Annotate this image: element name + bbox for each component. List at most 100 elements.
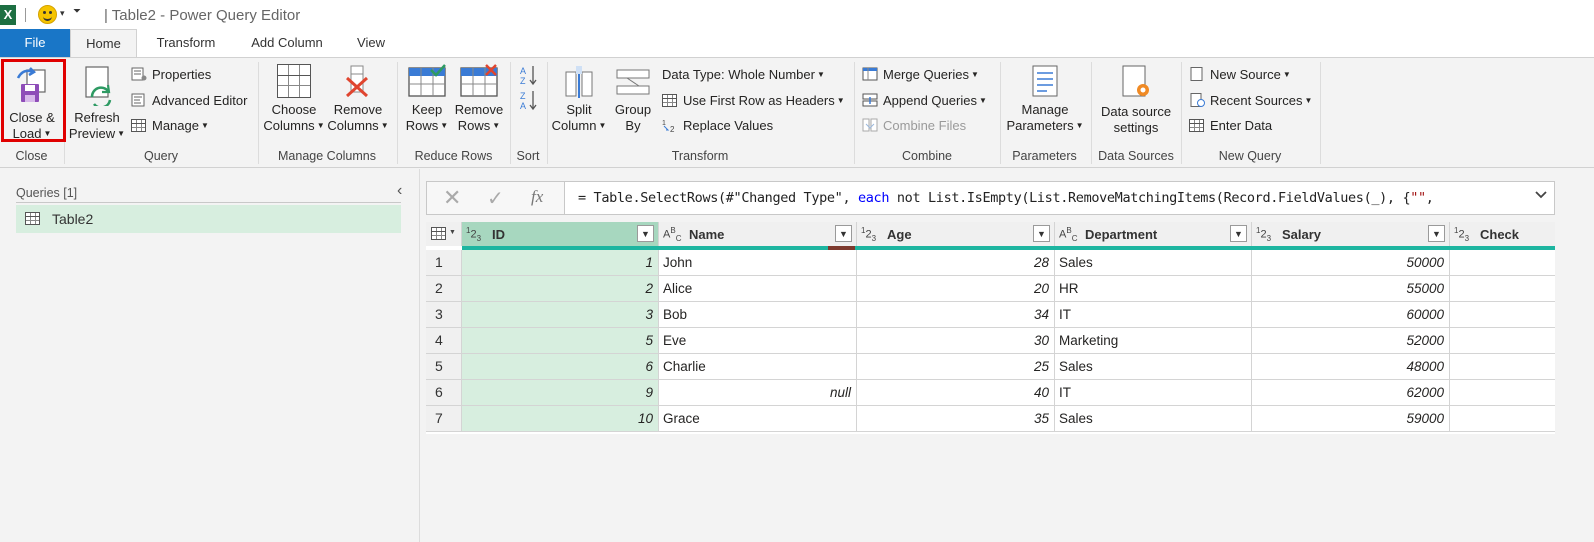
cell-name[interactable]: Grace	[659, 406, 857, 432]
append-queries-button[interactable]: Append Queries ▼	[862, 91, 987, 111]
cell-age[interactable]: 20	[857, 276, 1055, 302]
sort-descending-button[interactable]: ZA	[519, 89, 539, 111]
refresh-preview-label-2-text: Preview	[68, 126, 116, 141]
replace-values-button[interactable]: 12 Replace Values	[662, 116, 773, 136]
column-header-department[interactable]: ABC Department ▼	[1055, 222, 1252, 246]
data-type-dropdown[interactable]: Data Type: Whole Number ▼	[662, 65, 825, 85]
column-header-name[interactable]: ABC Name ▼	[659, 222, 857, 246]
cell-name[interactable]: Eve	[659, 328, 857, 354]
cell-name[interactable]: Charlie	[659, 354, 857, 380]
filter-dropdown-icon[interactable]: ▼	[1230, 225, 1247, 242]
cell-dept[interactable]: Sales	[1055, 406, 1252, 432]
cell-id[interactable]: 9	[462, 380, 659, 406]
tab-file[interactable]: File	[0, 29, 70, 58]
sort-ascending-button[interactable]: AZ	[519, 64, 539, 86]
cell-age[interactable]: 25	[857, 354, 1055, 380]
enter-data-button[interactable]: Enter Data	[1189, 116, 1272, 136]
expand-formula-chevron-down-icon[interactable]	[1534, 188, 1548, 205]
cell-age[interactable]: 40	[857, 380, 1055, 406]
cell-check[interactable]	[1450, 406, 1555, 432]
cell-id[interactable]: 2	[462, 276, 659, 302]
use-first-row-as-headers-button[interactable]: Use First Row as Headers ▼	[662, 91, 845, 111]
query-item-table2[interactable]: Table2	[16, 205, 401, 233]
cell-id[interactable]: 3	[462, 302, 659, 328]
table-menu-button[interactable]: ▼	[426, 222, 462, 246]
tab-view[interactable]: View	[343, 29, 399, 58]
cell-check[interactable]	[1450, 380, 1555, 406]
formula-text[interactable]: = Table.SelectRows(#"Changed Type", each…	[578, 190, 1434, 206]
advanced-editor-button[interactable]: Advanced Editor	[131, 91, 247, 111]
manage-parameters-button[interactable]: Manage Parameters ▼	[1004, 58, 1086, 134]
filter-dropdown-icon[interactable]: ▼	[1428, 225, 1445, 242]
cell-dept[interactable]: IT	[1055, 380, 1252, 406]
split-column-button[interactable]: Split Column ▼	[551, 58, 607, 134]
cell-age[interactable]: 28	[857, 250, 1055, 276]
column-header-id[interactable]: 123 ID ▼	[462, 222, 659, 246]
column-header-salary[interactable]: 123 Salary ▼	[1252, 222, 1450, 246]
cell-check[interactable]	[1450, 302, 1555, 328]
cell-name[interactable]: null	[659, 380, 857, 406]
feedback-dropdown-icon[interactable]: ▾	[60, 8, 65, 19]
properties-button[interactable]: Properties	[131, 65, 211, 85]
filter-dropdown-icon[interactable]: ▼	[637, 225, 654, 242]
choose-columns-button[interactable]: Choose Columns ▼	[262, 58, 326, 134]
tab-add-column[interactable]: Add Column	[235, 29, 339, 58]
cell-name[interactable]: John	[659, 250, 857, 276]
cell-n[interactable]: 4	[426, 328, 462, 354]
cell-age[interactable]: 35	[857, 406, 1055, 432]
recent-sources-button[interactable]: Recent Sources ▼	[1189, 91, 1312, 111]
new-source-button[interactable]: New Source ▼	[1189, 65, 1291, 85]
collapse-pane-chevron-left-icon[interactable]: ‹	[397, 182, 402, 200]
filter-dropdown-icon[interactable]: ▼	[835, 225, 852, 242]
group-by-button[interactable]: Group By	[609, 58, 657, 134]
cell-dept[interactable]: Sales	[1055, 354, 1252, 380]
cell-n[interactable]: 6	[426, 380, 462, 406]
column-header-check[interactable]: 123 Check	[1450, 222, 1555, 246]
cell-name[interactable]: Alice	[659, 276, 857, 302]
tab-transform[interactable]: Transform	[141, 29, 231, 58]
cell-check[interactable]	[1450, 354, 1555, 380]
remove-rows-button[interactable]: Remove Rows ▼	[452, 58, 506, 134]
manage-button[interactable]: Manage ▼	[131, 116, 209, 136]
cell-dept[interactable]: HR	[1055, 276, 1252, 302]
cell-check[interactable]	[1450, 276, 1555, 302]
cancel-formula-icon[interactable]: ✕	[443, 185, 461, 211]
insert-function-fx-icon[interactable]: fx	[531, 187, 543, 207]
cell-salary[interactable]: 55000	[1252, 276, 1450, 302]
merge-queries-button[interactable]: Merge Queries ▼	[862, 65, 979, 85]
column-header-age[interactable]: 123 Age ▼	[857, 222, 1055, 246]
cell-check[interactable]	[1450, 328, 1555, 354]
cell-salary[interactable]: 50000	[1252, 250, 1450, 276]
refresh-preview-button[interactable]: Refresh Preview ▼	[68, 58, 126, 142]
cell-n[interactable]: 2	[426, 276, 462, 302]
column-header-label: ID	[492, 227, 505, 242]
send-feedback-smiley-icon[interactable]	[38, 5, 57, 24]
cell-n[interactable]: 1	[426, 250, 462, 276]
cell-salary[interactable]: 62000	[1252, 380, 1450, 406]
filter-dropdown-icon[interactable]: ▼	[1033, 225, 1050, 242]
cell-id[interactable]: 1	[462, 250, 659, 276]
cell-age[interactable]: 34	[857, 302, 1055, 328]
cell-id[interactable]: 5	[462, 328, 659, 354]
cell-salary[interactable]: 52000	[1252, 328, 1450, 354]
remove-columns-button[interactable]: Remove Columns ▼	[326, 58, 390, 134]
cell-n[interactable]: 5	[426, 354, 462, 380]
cell-dept[interactable]: Marketing	[1055, 328, 1252, 354]
cell-id[interactable]: 10	[462, 406, 659, 432]
keep-rows-button[interactable]: Keep Rows ▼	[402, 58, 452, 134]
cell-age[interactable]: 30	[857, 328, 1055, 354]
cell-salary[interactable]: 59000	[1252, 406, 1450, 432]
cell-salary[interactable]: 60000	[1252, 302, 1450, 328]
data-source-settings-button[interactable]: Data source settings	[1094, 58, 1178, 136]
cell-n[interactable]: 7	[426, 406, 462, 432]
cell-id[interactable]: 6	[462, 354, 659, 380]
cell-dept[interactable]: IT	[1055, 302, 1252, 328]
cell-salary[interactable]: 48000	[1252, 354, 1450, 380]
customize-quick-access-icon[interactable]: ⏷	[73, 6, 81, 17]
tab-home[interactable]: Home	[70, 29, 137, 59]
cell-dept[interactable]: Sales	[1055, 250, 1252, 276]
cell-name[interactable]: Bob	[659, 302, 857, 328]
cell-n[interactable]: 3	[426, 302, 462, 328]
cell-check[interactable]	[1450, 250, 1555, 276]
commit-formula-check-icon[interactable]: ✓	[487, 186, 504, 211]
